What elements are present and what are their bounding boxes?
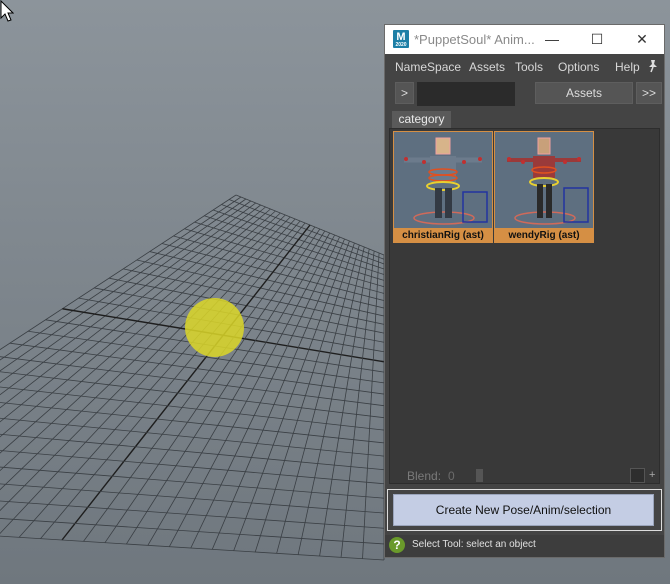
asset-item-wendyrig[interactable]: wendyRig (ast) — [494, 131, 594, 243]
search-input[interactable] — [417, 82, 515, 106]
grid-line — [0, 218, 296, 535]
menu-assets[interactable]: Assets — [469, 60, 505, 74]
tab-category[interactable]: category — [392, 111, 451, 128]
puppetsoul-window[interactable]: M 2020 *PuppetSoul* Anim... — ☐ ✕ NameSpa… — [384, 24, 665, 558]
menu-namespace[interactable]: NameSpace — [395, 60, 461, 74]
blend-checkbox[interactable] — [630, 468, 645, 483]
cursor-highlight — [185, 298, 244, 357]
grid-line — [0, 208, 271, 438]
mouse-pointer-icon — [0, 0, 14, 22]
maya-app-icon: M 2020 — [393, 30, 409, 48]
assets-button[interactable]: Assets — [535, 82, 633, 104]
grid-line — [40, 222, 306, 539]
window-title: *PuppetSoul* Anim... — [414, 32, 535, 47]
grid-line — [0, 198, 247, 372]
grid-line — [104, 228, 321, 543]
grid-line — [211, 238, 345, 550]
expand-button[interactable]: > — [395, 82, 414, 104]
menu-options[interactable]: Options — [558, 60, 599, 74]
more-button[interactable]: >> — [636, 82, 662, 104]
grid-line — [0, 450, 385, 485]
menu-tools[interactable]: Tools — [515, 60, 543, 74]
menu-bar: NameSpace Assets Tools Options Help — [385, 54, 664, 79]
grid-line — [190, 236, 340, 549]
minimize-button[interactable]: — — [538, 29, 566, 49]
asset-panel: christianRig (ast) wendyRig (ast) — [389, 128, 660, 484]
title-bar[interactable]: M 2020 *PuppetSoul* Anim... — ☐ ✕ — [385, 25, 664, 54]
pin-icon[interactable] — [647, 59, 659, 73]
status-bar: ? Select Tool: select an object — [385, 535, 664, 557]
grid-line — [0, 202, 256, 396]
grid-line — [0, 433, 385, 471]
grid-line — [0, 466, 385, 499]
help-icon[interactable]: ? — [389, 537, 405, 553]
christianrig-thumbnail — [394, 132, 492, 228]
blend-label: Blend: — [407, 469, 442, 483]
asset-item-christianrig[interactable]: christianRig (ast) — [393, 131, 493, 243]
grid-line — [276, 244, 360, 554]
status-text: Select Tool: select an object — [412, 539, 536, 550]
wendyrig-thumbnail — [495, 132, 593, 228]
blend-slider[interactable] — [476, 469, 483, 482]
maximize-button[interactable]: ☐ — [583, 29, 611, 49]
blend-value[interactable]: 0 — [448, 469, 455, 483]
menu-help[interactable]: Help — [615, 60, 640, 74]
blend-plus-icon[interactable]: + — [649, 469, 655, 481]
asset-label: christianRig (ast) — [402, 230, 484, 241]
grid-line — [61, 224, 311, 541]
create-pose-button[interactable]: Create New Pose/Anim/selection — [393, 494, 654, 526]
grid-line — [297, 246, 365, 555]
close-button[interactable]: ✕ — [628, 29, 656, 49]
grid-line — [0, 483, 385, 514]
asset-label: wendyRig (ast) — [508, 230, 580, 241]
